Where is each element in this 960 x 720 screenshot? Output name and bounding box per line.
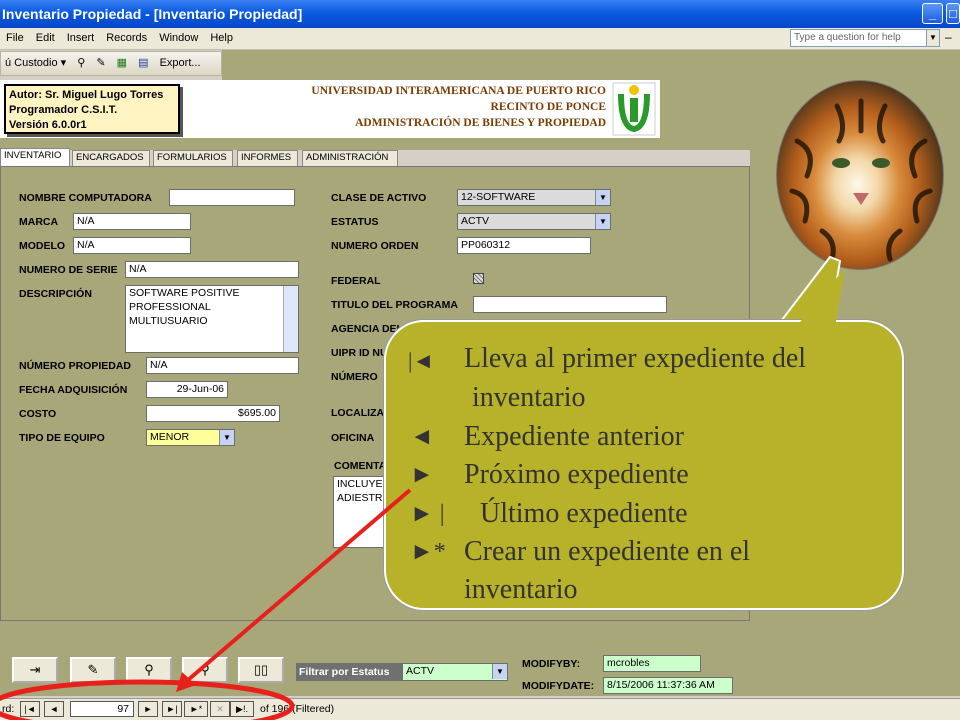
university-logo-icon xyxy=(612,82,656,136)
modifydate-label: MODIFYDATE: xyxy=(522,680,595,692)
callout-line: Último expediente xyxy=(480,498,688,529)
tiger-image xyxy=(776,80,944,270)
callout-line: Lleva al primer expediente del xyxy=(464,343,807,374)
author-line: Autor: Sr. Miguel Lugo Torres xyxy=(9,89,164,101)
menu-help[interactable]: Help xyxy=(204,28,239,49)
tab-encargados[interactable]: ENCARGADOS xyxy=(72,150,150,166)
minimize-button[interactable]: _ xyxy=(922,3,943,24)
numero-label: NÚMERO xyxy=(331,371,378,383)
callout-line: Expediente anterior xyxy=(464,421,685,452)
modifydate-field: 8/15/2006 11:37:36 AM xyxy=(603,677,733,694)
custodio-menu[interactable]: ú Custodio ▾ xyxy=(1,52,70,74)
chevron-down-icon[interactable]: ▼ xyxy=(595,190,610,205)
serie-label: NUMERO DE SERIE xyxy=(19,264,118,276)
numero-orden-field[interactable]: PP060312 xyxy=(457,237,591,254)
numero-orden-label: NUMERO ORDEN xyxy=(331,240,419,252)
uni-line: RECINTO DE PONCE xyxy=(490,101,606,113)
marca-label: MARCA xyxy=(19,216,59,228)
tipo-equipo-label: TIPO DE EQUIPO xyxy=(19,432,105,444)
toolbar-background xyxy=(222,50,960,80)
titulo-programa-field[interactable] xyxy=(473,296,667,313)
tipo-equipo-value: MENOR xyxy=(150,431,190,443)
descripcion-line: PROFESSIONAL xyxy=(129,301,211,313)
tab-informes[interactable]: INFORMES xyxy=(237,150,298,166)
callout-line: inventario xyxy=(472,382,586,413)
ask-question-input[interactable]: Type a question for help xyxy=(790,29,940,47)
menu-records[interactable]: Records xyxy=(100,28,153,49)
author-line: Versión 6.0.0r1 xyxy=(9,119,87,131)
menu-edit[interactable]: Edit xyxy=(30,28,61,49)
uipr-id-label: UIPR ID NU xyxy=(331,347,388,359)
clase-activo-label: CLASE DE ACTIVO xyxy=(331,192,427,204)
titulo-programa-label: TITULO DEL PROGRAMA xyxy=(331,299,458,311)
modifyby-label: MODIFYBY: xyxy=(522,658,581,670)
federal-label: FEDERAL xyxy=(331,275,381,287)
federal-checkbox[interactable] xyxy=(473,273,484,284)
localizacion-label: LOCALIZA xyxy=(331,407,385,419)
oficina-label: OFICINA xyxy=(331,432,375,444)
uni-line: UNIVERSIDAD INTERAMERICANA DE PUERTO RIC… xyxy=(311,85,606,97)
restore-button[interactable]: □ xyxy=(946,3,960,24)
modelo-label: MODELO xyxy=(19,240,66,252)
descripcion-field[interactable]: SOFTWARE POSITIVE PROFESSIONAL MULTIUSUA… xyxy=(125,285,299,353)
tab-formularios[interactable]: FORMULARIOS xyxy=(153,150,233,166)
menu-window[interactable]: Window xyxy=(153,28,204,49)
modelo-field[interactable]: N/A xyxy=(73,237,191,254)
clase-activo-value: 12-SOFTWARE xyxy=(461,191,536,203)
marca-field[interactable]: N/A xyxy=(73,213,191,230)
fecha-adquisicion-label: FECHA ADQUISICIÓN xyxy=(19,384,128,396)
estatus-value: ACTV xyxy=(461,215,490,227)
modifyby-field: mcrobles xyxy=(603,655,701,672)
export-button[interactable]: Export... xyxy=(156,52,205,74)
estatus-combo[interactable]: ACTV ▼ xyxy=(457,213,611,230)
chevron-down-icon[interactable]: ▼ xyxy=(219,430,234,445)
callout-text: |◄ Lleva al primer expediente del invent… xyxy=(386,322,902,608)
binoculars-icon[interactable]: ⚲ xyxy=(73,52,89,74)
serie-field[interactable]: N/A xyxy=(125,261,299,278)
menu-file[interactable]: File xyxy=(0,28,30,49)
numero-propiedad-label: NÚMERO PROPIEDAD xyxy=(19,360,132,372)
window-title: Inventario Propiedad - [Inventario Propi… xyxy=(2,6,303,22)
uni-line: ADMINISTRACIÓN DE BIENES Y PROPIEDAD xyxy=(355,117,606,129)
costo-label: COSTO xyxy=(19,408,57,420)
red-arrow-annotation xyxy=(0,488,412,720)
window-title-bar: Inventario Propiedad - [Inventario Propi… xyxy=(0,0,960,28)
word-icon[interactable]: ▤ xyxy=(134,52,152,74)
fecha-adquisicion-field[interactable]: 29-Jun-06 xyxy=(146,381,228,398)
previous-record-icon: ◄ xyxy=(410,424,434,450)
toolbar: ú Custodio ▾ ⚲ ✎ ▦ ▤ Export... xyxy=(0,51,222,76)
descripcion-line: SOFTWARE POSITIVE xyxy=(129,287,240,299)
ask-dropdown-icon[interactable]: ▼ xyxy=(926,29,940,47)
author-box: Autor: Sr. Miguel Lugo Torres Programado… xyxy=(4,84,180,134)
callout-line: Próximo expediente xyxy=(464,459,689,490)
descripcion-label: DESCRIPCIÓN xyxy=(19,288,92,300)
close-document-icon[interactable]: – xyxy=(945,30,952,44)
menu-insert[interactable]: Insert xyxy=(61,28,101,49)
author-line: Programador C.S.I.T. xyxy=(9,104,118,116)
chevron-down-icon[interactable]: ▼ xyxy=(595,214,610,229)
callout-line: Crear un expediente en el xyxy=(464,536,751,567)
tab-administracion[interactable]: ADMINISTRACIÓN xyxy=(302,150,398,166)
tipo-equipo-combo[interactable]: MENOR ▼ xyxy=(146,429,235,446)
numero-propiedad-field[interactable]: N/A xyxy=(146,357,299,374)
costo-field[interactable]: $695.00 xyxy=(146,405,280,422)
estatus-label: ESTATUS xyxy=(331,216,379,228)
comentarios-label: COMENTA xyxy=(334,460,387,472)
first-record-icon: |◄ xyxy=(408,348,435,373)
descripcion-scrollbar[interactable] xyxy=(283,286,298,352)
tab-inventario[interactable]: INVENTARIO xyxy=(0,148,70,166)
tiger-stripes-icon xyxy=(789,98,933,262)
edit-icon[interactable]: ✎ xyxy=(92,52,109,74)
descripcion-line: MULTIUSUARIO xyxy=(129,315,208,327)
chevron-down-icon[interactable]: ▼ xyxy=(492,664,507,679)
university-title: UNIVERSIDAD INTERAMERICANA DE PUERTO RIC… xyxy=(210,83,606,131)
excel-icon[interactable]: ▦ xyxy=(113,52,131,74)
nombre-computadora-field[interactable] xyxy=(169,189,295,206)
nombre-computadora-label: NOMBRE COMPUTADORA xyxy=(19,192,152,204)
callout-line: inventario xyxy=(464,574,578,605)
callout-pointer-fill xyxy=(795,268,845,328)
clase-activo-combo[interactable]: 12-SOFTWARE ▼ xyxy=(457,189,611,206)
tab-strip: INVENTARIO ENCARGADOS FORMULARIOS INFORM… xyxy=(0,148,750,166)
